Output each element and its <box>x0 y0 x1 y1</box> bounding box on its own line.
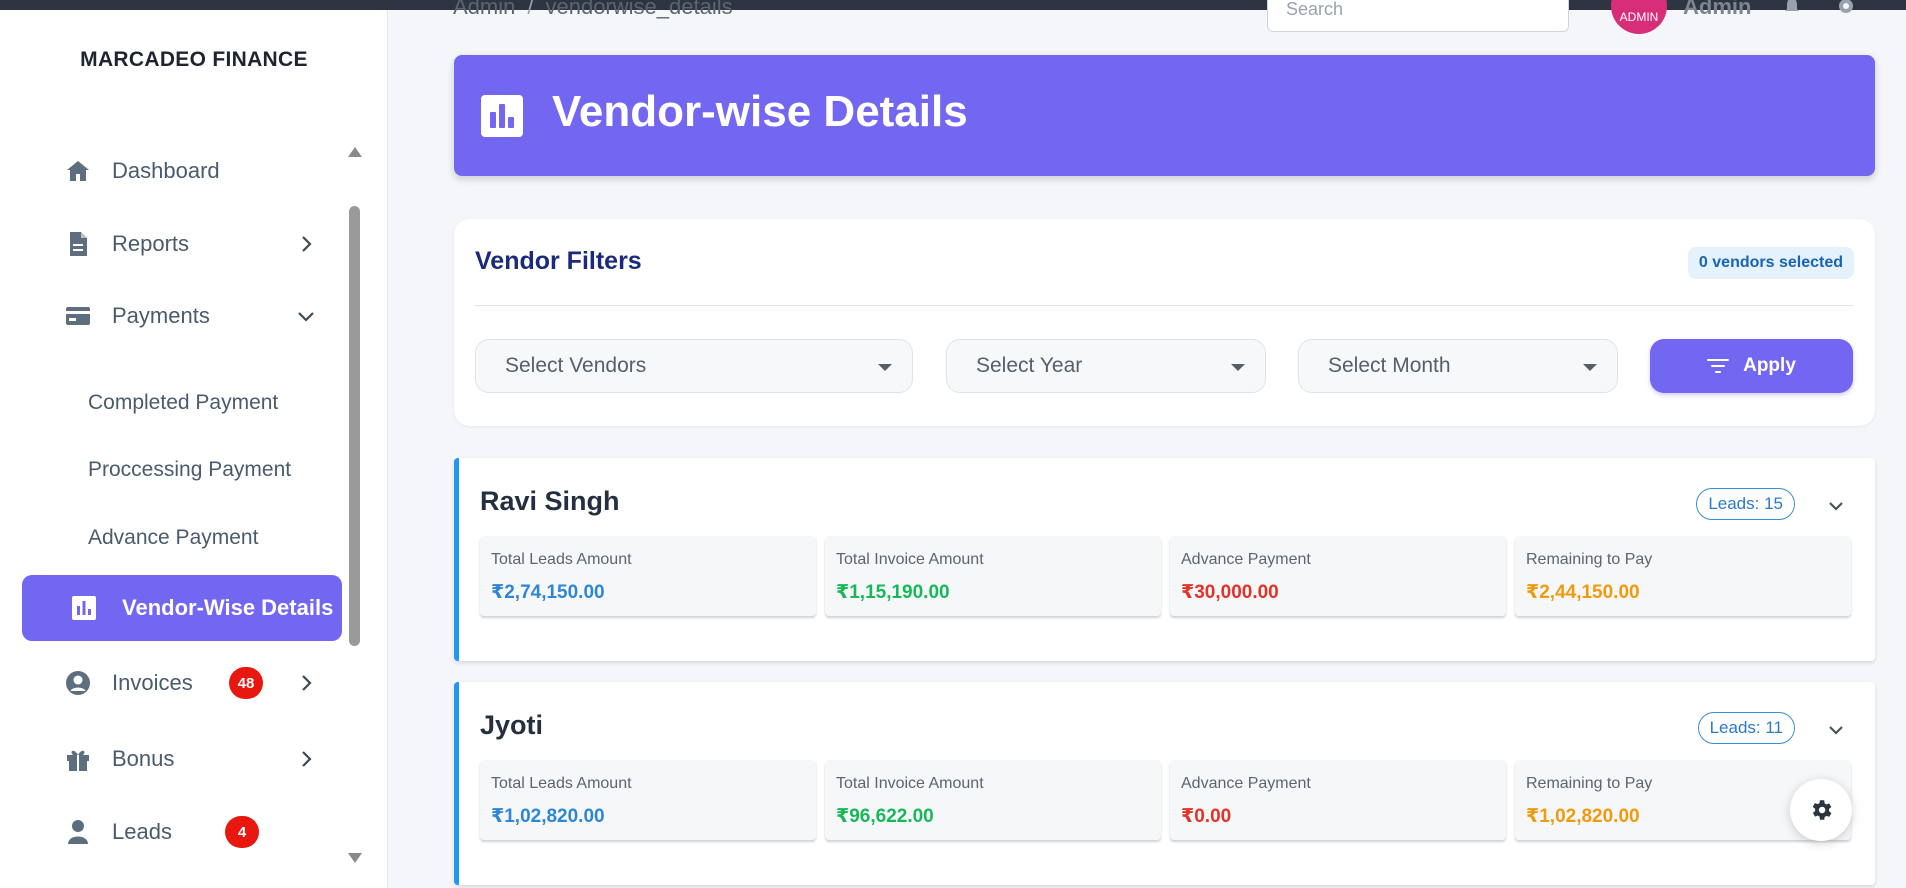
chevron-right-icon <box>302 751 312 767</box>
dropdown-caret-icon <box>878 364 892 371</box>
user-name[interactable]: Admin <box>1683 0 1751 20</box>
avatar[interactable]: ADMIN <box>1611 0 1667 34</box>
chevron-down-icon <box>298 312 314 322</box>
sidebar-item-label: Leads <box>112 819 172 844</box>
stat-advance-payment: Advance Payment ₹30,000.00 <box>1170 536 1506 616</box>
apply-button-label: Apply <box>1743 355 1796 376</box>
settings-icon[interactable] <box>1836 0 1856 16</box>
sidebar-item-label: Invoices <box>112 670 193 695</box>
stat-value: ₹96,622.00 <box>836 806 934 827</box>
page-header-banner: Vendor-wise Details <box>454 55 1875 176</box>
stat-label: Advance Payment <box>1181 775 1311 792</box>
expand-chevron-icon[interactable] <box>1827 497 1845 515</box>
sidebar-item-label: Reports <box>112 231 190 256</box>
person-icon <box>64 818 92 846</box>
document-icon <box>64 230 92 258</box>
sidebar-item-vendor-wise-details[interactable]: Vendor-Wise Details <box>22 575 342 641</box>
sidebar-item-reports[interactable]: Reports <box>22 211 342 277</box>
select-vendors-dropdown[interactable]: Select Vendors <box>475 339 913 393</box>
leads-count-chip: Leads: 15 <box>1696 488 1795 520</box>
gift-icon <box>64 745 92 773</box>
breadcrumb: Admin / vendorwise_details <box>453 0 733 20</box>
vendor-filters-title: Vendor Filters <box>475 247 642 275</box>
stat-value: ₹0.00 <box>1181 806 1232 827</box>
sidebar: MARCADEO FINANCE Dashboard Reports Payme… <box>0 10 388 888</box>
vendors-selected-badge: 0 vendors selected <box>1687 247 1854 279</box>
stat-value: ₹30,000.00 <box>1181 582 1279 603</box>
page-title: Vendor-wise Details <box>552 87 968 136</box>
vendor-name: Ravi Singh <box>480 486 620 516</box>
sidebar-item-leads[interactable]: Leads 4 <box>22 799 342 865</box>
sidebar-item-label: Payments <box>112 303 210 328</box>
stat-label: Total Invoice Amount <box>836 775 984 792</box>
stat-total-invoice-amount: Total Invoice Amount ₹96,622.00 <box>825 760 1161 840</box>
vendor-card: Ravi Singh Leads: 15 Total Leads Amount … <box>454 458 1875 661</box>
sidebar-subitem-completed-payment[interactable]: Completed Payment <box>88 391 278 415</box>
search-placeholder: Search <box>1286 0 1344 19</box>
scrollbar-thumb[interactable] <box>349 206 360 646</box>
stat-label: Advance Payment <box>1181 551 1311 568</box>
select-vendors-placeholder: Select Vendors <box>505 354 647 377</box>
brand-title: MARCADEO FINANCE <box>80 48 308 71</box>
stat-label: Remaining to Pay <box>1526 775 1653 792</box>
chevron-right-icon <box>302 675 312 691</box>
search-input[interactable]: Search <box>1267 0 1569 32</box>
home-icon <box>64 157 92 185</box>
bell-icon[interactable] <box>1782 0 1802 16</box>
stat-remaining-to-pay: Remaining to Pay ₹2,44,150.00 <box>1515 536 1851 616</box>
credit-card-icon <box>64 302 92 330</box>
stat-label: Total Invoice Amount <box>836 551 984 568</box>
sidebar-item-label: Bonus <box>112 746 175 771</box>
dropdown-caret-icon <box>1583 364 1597 371</box>
stat-value: ₹2,74,150.00 <box>491 582 605 603</box>
select-month-dropdown[interactable]: Select Month <box>1298 339 1618 393</box>
sidebar-item-bonus[interactable]: Bonus <box>22 726 342 792</box>
sidebar-subitem-processing-payment[interactable]: Proccessing Payment <box>88 458 291 482</box>
vendor-name: Jyoti <box>480 710 544 740</box>
settings-fab-button[interactable] <box>1790 779 1852 841</box>
leads-count-chip: Leads: 11 <box>1697 712 1795 744</box>
apply-button[interactable]: Apply <box>1650 339 1853 393</box>
scroll-down-arrow-icon[interactable] <box>348 853 362 863</box>
account-circle-icon <box>64 669 92 697</box>
sidebar-item-invoices[interactable]: Invoices 48 <box>22 650 342 716</box>
breadcrumb-root[interactable]: Admin <box>453 0 515 19</box>
chevron-right-icon <box>302 236 312 252</box>
filters-divider <box>475 305 1854 306</box>
sidebar-item-payments[interactable]: Payments <box>22 283 342 349</box>
select-year-placeholder: Select Year <box>976 354 1083 377</box>
leads-count-badge: 4 <box>225 816 259 848</box>
select-year-dropdown[interactable]: Select Year <box>946 339 1266 393</box>
stat-advance-payment: Advance Payment ₹0.00 <box>1170 760 1506 840</box>
filter-list-icon <box>1707 357 1730 375</box>
stat-label: Total Leads Amount <box>491 551 632 568</box>
breadcrumb-current: vendorwise_details <box>545 0 733 19</box>
sidebar-item-dashboard[interactable]: Dashboard <box>22 138 342 204</box>
bar-chart-icon <box>481 95 523 137</box>
breadcrumb-separator: / <box>527 0 534 19</box>
scroll-up-arrow-icon[interactable] <box>348 147 362 157</box>
stat-label: Total Leads Amount <box>491 775 632 792</box>
vendor-card: Jyoti Leads: 11 Total Leads Amount ₹1,02… <box>454 682 1875 885</box>
avatar-text: ADMIN <box>1619 10 1659 24</box>
dropdown-caret-icon <box>1231 364 1245 371</box>
sidebar-subitem-advance-payment[interactable]: Advance Payment <box>88 526 258 550</box>
invoices-count-badge: 48 <box>229 667 263 699</box>
stat-total-leads-amount: Total Leads Amount ₹1,02,820.00 <box>480 760 816 840</box>
gear-icon <box>1812 800 1832 820</box>
stat-value: ₹1,02,820.00 <box>1526 806 1640 827</box>
stat-value: ₹2,44,150.00 <box>1526 582 1640 603</box>
sidebar-item-label: Vendor-Wise Details <box>122 595 334 620</box>
stat-label: Remaining to Pay <box>1526 551 1653 568</box>
stat-total-invoice-amount: Total Invoice Amount ₹1,15,190.00 <box>825 536 1161 616</box>
sidebar-item-label: Dashboard <box>112 158 220 183</box>
stat-total-leads-amount: Total Leads Amount ₹2,74,150.00 <box>480 536 816 616</box>
vendor-filters-card: Vendor Filters 0 vendors selected Select… <box>454 219 1875 426</box>
bar-chart-icon <box>70 594 98 622</box>
expand-chevron-icon[interactable] <box>1827 721 1845 739</box>
stat-value: ₹1,02,820.00 <box>491 806 605 827</box>
stat-value: ₹1,15,190.00 <box>836 582 950 603</box>
select-month-placeholder: Select Month <box>1328 354 1451 377</box>
